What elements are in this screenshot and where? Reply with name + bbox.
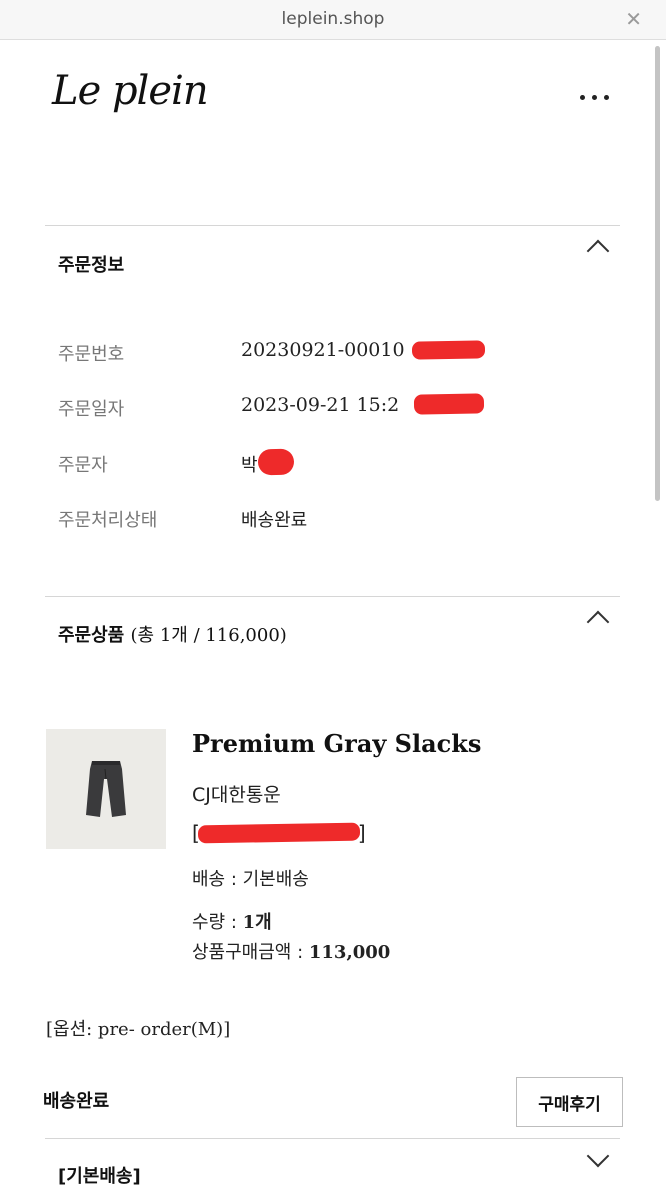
order-number-value: 20230921-00010 (241, 339, 405, 361)
redaction-mark (411, 340, 486, 360)
quantity-label: 수량 : (192, 912, 243, 933)
order-status-label: 주문처리상태 (58, 510, 158, 531)
divider (45, 225, 620, 226)
redaction-mark (257, 448, 295, 476)
courier-name: CJ대한통운 (192, 784, 281, 806)
divider (45, 596, 620, 597)
order-date-label: 주문일자 (58, 399, 125, 420)
divider (45, 1138, 620, 1139)
purchase-amount-label: 상품구매금액 : (192, 942, 309, 963)
shipping-method: 배송 : 기본배송 (192, 869, 309, 890)
product-name[interactable]: Premium Gray Slacks (192, 729, 481, 758)
product-thumbnail[interactable] (46, 729, 166, 849)
url-text[interactable]: leplein.shop (0, 9, 666, 29)
orderer-value: 박 (241, 455, 258, 476)
browser-topbar: leplein.shop ✕ (0, 0, 666, 40)
order-items-summary: (총 1개 / 116,000) (130, 625, 287, 646)
redaction-mark (197, 822, 361, 844)
order-date-value: 2023-09-21 15:2 (241, 394, 400, 416)
orderer-label: 주문자 (58, 455, 108, 476)
purchase-amount: 상품구매금액 : 113,000 (192, 938, 390, 964)
delivery-status: 배송완료 (43, 1091, 110, 1112)
more-menu-icon[interactable] (580, 95, 620, 109)
close-icon[interactable]: ✕ (625, 8, 642, 30)
purchase-amount-value: 113,000 (308, 942, 391, 963)
chevron-up-icon[interactable] (586, 239, 610, 263)
quantity: 수량 : 1개 (192, 908, 272, 934)
order-items-title: 주문상품 (총 1개 / 116,000) (58, 621, 287, 647)
scrollbar[interactable] (655, 46, 660, 501)
shipping-type-title: [기본배송] (58, 1166, 141, 1187)
product-option: [옵션: pre- order(M)] (46, 1019, 231, 1040)
redaction-mark (413, 393, 485, 415)
order-info-title: 주문정보 (58, 255, 125, 276)
brand-logo[interactable]: Le plein (52, 68, 209, 114)
write-review-button[interactable]: 구매후기 (516, 1077, 623, 1127)
order-items-label: 주문상품 (58, 625, 125, 646)
chevron-down-icon[interactable] (586, 1144, 610, 1168)
chevron-up-icon[interactable] (586, 610, 610, 634)
quantity-value: 1개 (242, 912, 272, 933)
order-status-value: 배송완료 (241, 510, 308, 531)
order-number-label: 주문번호 (58, 344, 125, 365)
